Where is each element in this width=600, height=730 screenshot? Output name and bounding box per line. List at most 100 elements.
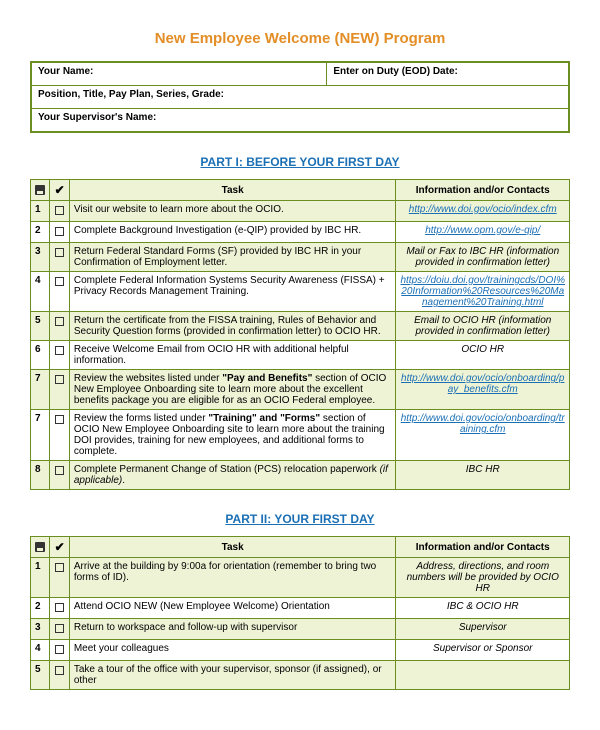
task-cell: Arrive at the building by 9:00a for orie… bbox=[69, 558, 396, 598]
row-number: 4 bbox=[31, 272, 50, 312]
disk-icon bbox=[35, 185, 45, 195]
col-disk bbox=[31, 180, 50, 201]
your-name-field: Your Name: bbox=[31, 62, 327, 86]
checkbox-icon[interactable] bbox=[55, 346, 64, 355]
task-cell: Review the forms listed under "Training"… bbox=[69, 410, 396, 461]
table-row: 1 Arrive at the building by 9:00a for ori… bbox=[31, 558, 570, 598]
row-number: 5 bbox=[31, 661, 50, 690]
info-cell: Mail or Fax to IBC HR (information provi… bbox=[396, 243, 570, 272]
table-row: 7Review the forms listed under "Training… bbox=[31, 410, 570, 461]
checkbox-icon[interactable] bbox=[55, 666, 64, 675]
part2-heading: PART II: YOUR FIRST DAY bbox=[30, 512, 570, 526]
row-number: 8 bbox=[31, 461, 50, 490]
table-row: 1 Visit our website to learn more about t… bbox=[31, 201, 570, 222]
info-link[interactable]: http://www.opm.gov/e-qip/ bbox=[425, 225, 540, 236]
table-row: 3 Return to workspace and follow-up with … bbox=[31, 619, 570, 640]
info-cell: http://www.doi.gov/ocio/onboarding/train… bbox=[396, 410, 570, 461]
part1-table: ✔ Task Information and/or Contacts 1 Visi… bbox=[30, 179, 570, 490]
row-number: 2 bbox=[31, 222, 50, 243]
checkbox-icon[interactable] bbox=[55, 563, 64, 572]
info-cell: IBC & OCIO HR bbox=[396, 598, 570, 619]
task-cell: Receive Welcome Email from OCIO HR with … bbox=[69, 341, 396, 370]
col-check: ✔ bbox=[50, 537, 69, 558]
checkbox-icon[interactable] bbox=[55, 375, 64, 384]
task-cell: Visit our website to learn more about th… bbox=[69, 201, 396, 222]
table-row: 7 Review the websites listed under "Pay a… bbox=[31, 370, 570, 410]
task-cell: Attend OCIO NEW (New Employee Welcome) O… bbox=[69, 598, 396, 619]
checkbox-cell[interactable] bbox=[50, 312, 69, 341]
info-link[interactable]: https://doiu.doi.gov/trainingcds/DOI%20I… bbox=[400, 275, 565, 308]
table-row: 6 Receive Welcome Email from OCIO HR with… bbox=[31, 341, 570, 370]
checkbox-cell[interactable] bbox=[50, 370, 69, 410]
eod-date-field: Enter on Duty (EOD) Date: bbox=[327, 62, 569, 86]
checkbox-cell[interactable] bbox=[50, 661, 69, 690]
row-number: 3 bbox=[31, 619, 50, 640]
info-link[interactable]: http://www.doi.gov/ocio/onboarding/pay_b… bbox=[401, 373, 564, 395]
checkbox-icon[interactable] bbox=[55, 227, 64, 236]
checkbox-cell[interactable] bbox=[50, 341, 69, 370]
task-cell: Meet your colleagues bbox=[69, 640, 396, 661]
checkbox-icon[interactable] bbox=[55, 466, 64, 475]
checkbox-icon[interactable] bbox=[55, 206, 64, 215]
table-row: 2 Attend OCIO NEW (New Employee Welcome) … bbox=[31, 598, 570, 619]
task-cell: Complete Federal Information Systems Sec… bbox=[69, 272, 396, 312]
info-cell: Email to OCIO HR (information provided i… bbox=[396, 312, 570, 341]
info-link[interactable]: http://www.doi.gov/ocio/index.cfm bbox=[409, 204, 557, 215]
part1-heading: PART I: BEFORE YOUR FIRST DAY bbox=[30, 155, 570, 169]
check-icon: ✔ bbox=[55, 183, 65, 197]
part2-table: ✔ Task Information and/or Contacts 1 Arri… bbox=[30, 536, 570, 690]
info-cell: IBC HR bbox=[396, 461, 570, 490]
checkbox-cell[interactable] bbox=[50, 558, 69, 598]
document-title: New Employee Welcome (NEW) Program bbox=[30, 30, 570, 47]
checkbox-cell[interactable] bbox=[50, 640, 69, 661]
info-cell: Address, directions, and room numbers wi… bbox=[396, 558, 570, 598]
task-cell: Review the websites listed under "Pay an… bbox=[69, 370, 396, 410]
info-cell: http://www.opm.gov/e-qip/ bbox=[396, 222, 570, 243]
col-task: Task bbox=[69, 537, 396, 558]
row-number: 1 bbox=[31, 201, 50, 222]
table-row: 5Take a tour of the office with your sup… bbox=[31, 661, 570, 690]
disk-icon bbox=[35, 542, 45, 552]
col-disk bbox=[31, 537, 50, 558]
info-cell: http://www.doi.gov/ocio/onboarding/pay_b… bbox=[396, 370, 570, 410]
task-cell: Return the certificate from the FISSA tr… bbox=[69, 312, 396, 341]
checkbox-cell[interactable] bbox=[50, 598, 69, 619]
row-number: 1 bbox=[31, 558, 50, 598]
checkbox-cell[interactable] bbox=[50, 272, 69, 312]
supervisor-field: Your Supervisor's Name: bbox=[31, 109, 569, 133]
checkbox-icon[interactable] bbox=[55, 317, 64, 326]
table-row: 2 Complete Background Investigation (e-QI… bbox=[31, 222, 570, 243]
task-cell: Return Federal Standard Forms (SF) provi… bbox=[69, 243, 396, 272]
checkbox-cell[interactable] bbox=[50, 201, 69, 222]
checkbox-icon[interactable] bbox=[55, 277, 64, 286]
row-number: 2 bbox=[31, 598, 50, 619]
row-number: 7 bbox=[31, 370, 50, 410]
col-task: Task bbox=[69, 180, 396, 201]
checkbox-cell[interactable] bbox=[50, 222, 69, 243]
row-number: 3 bbox=[31, 243, 50, 272]
task-cell: Complete Background Investigation (e-QIP… bbox=[69, 222, 396, 243]
checkbox-cell[interactable] bbox=[50, 461, 69, 490]
col-info: Information and/or Contacts bbox=[396, 537, 570, 558]
task-cell: Return to workspace and follow-up with s… bbox=[69, 619, 396, 640]
checkbox-icon[interactable] bbox=[55, 248, 64, 257]
checkbox-cell[interactable] bbox=[50, 619, 69, 640]
row-number: 6 bbox=[31, 341, 50, 370]
info-cell: Supervisor bbox=[396, 619, 570, 640]
checkbox-icon[interactable] bbox=[55, 645, 64, 654]
checkbox-icon[interactable] bbox=[55, 624, 64, 633]
table-row: 5Return the certificate from the FISSA t… bbox=[31, 312, 570, 341]
col-info: Information and/or Contacts bbox=[396, 180, 570, 201]
checkbox-icon[interactable] bbox=[55, 603, 64, 612]
info-cell bbox=[396, 661, 570, 690]
checkbox-cell[interactable] bbox=[50, 410, 69, 461]
info-link[interactable]: http://www.doi.gov/ocio/onboarding/train… bbox=[401, 413, 565, 435]
table-row: 4 Complete Federal Information Systems Se… bbox=[31, 272, 570, 312]
position-field: Position, Title, Pay Plan, Series, Grade… bbox=[31, 86, 569, 109]
checkbox-icon[interactable] bbox=[55, 415, 64, 424]
table-row: 8 Complete Permanent Change of Station (P… bbox=[31, 461, 570, 490]
checkbox-cell[interactable] bbox=[50, 243, 69, 272]
task-cell: Complete Permanent Change of Station (PC… bbox=[69, 461, 396, 490]
info-cell: https://doiu.doi.gov/trainingcds/DOI%20I… bbox=[396, 272, 570, 312]
header-box: Your Name: Enter on Duty (EOD) Date: Pos… bbox=[30, 61, 570, 133]
